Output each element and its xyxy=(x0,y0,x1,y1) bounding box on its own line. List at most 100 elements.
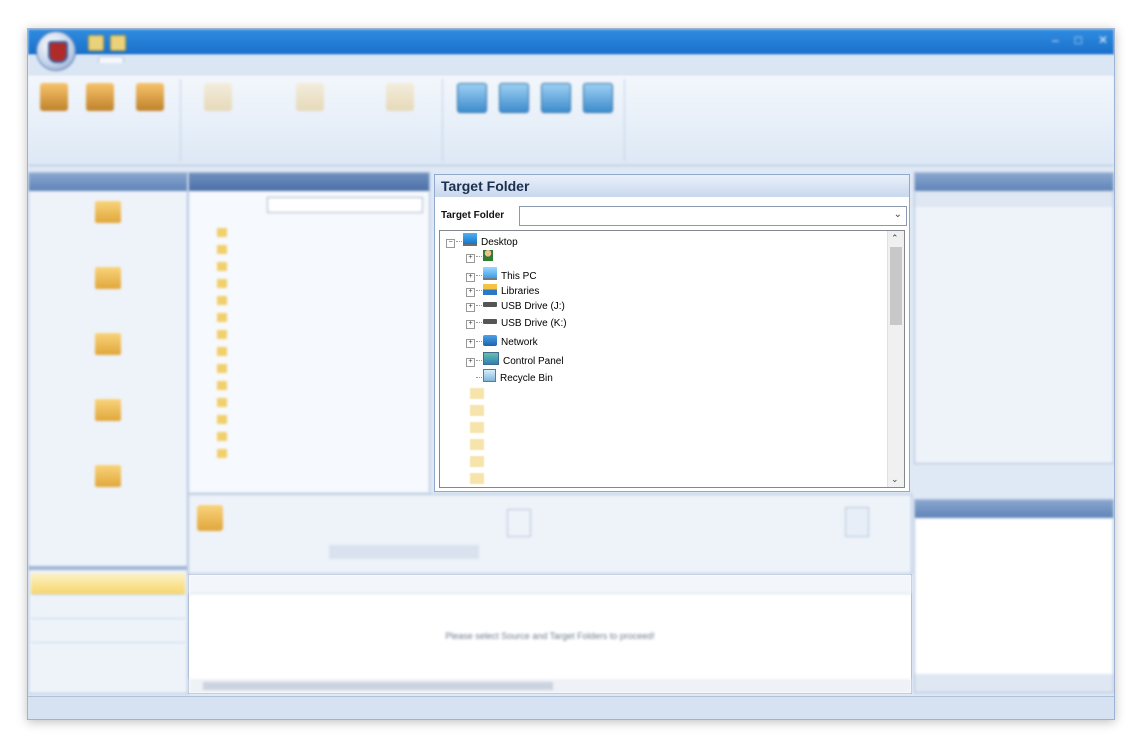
expand-icon[interactable]: + xyxy=(466,320,475,329)
save-icon[interactable] xyxy=(88,35,104,51)
tab-tools[interactable] xyxy=(198,58,214,62)
tree-item-label: Desktop xyxy=(481,237,518,248)
pane-splitter[interactable] xyxy=(29,566,187,570)
tree-item[interactable]: + USB Drive (J:) xyxy=(466,301,565,318)
expand-icon[interactable]: + xyxy=(466,358,475,367)
properties-pane xyxy=(914,172,1114,464)
target-folder-tree[interactable]: ⌃ ⌄ − Desktop + + This PC + Libraries + USB Driv… xyxy=(439,230,905,488)
output-tabs[interactable] xyxy=(915,674,1113,692)
expand-icon[interactable]: + xyxy=(466,303,475,312)
output-header xyxy=(915,500,1113,518)
new-project-wizard-button[interactable] xyxy=(130,83,170,114)
group-analyze-build xyxy=(184,79,443,161)
source-folder-pane xyxy=(188,172,430,494)
build-item[interactable] xyxy=(29,399,187,455)
grid-empty-message: Please select Source and Target Folders … xyxy=(445,631,655,641)
scroll-down-icon[interactable]: ⌄ xyxy=(891,474,899,485)
tree-item-label: Libraries xyxy=(501,286,540,297)
project-properties-bar xyxy=(915,191,1113,207)
tree-item[interactable]: + This PC xyxy=(466,267,537,284)
welcome-header xyxy=(29,173,187,191)
target-folder-pane: Target Folder Target Folder ⌄ ⌃ ⌄ − Deskt… xyxy=(434,174,910,492)
tree-item[interactable]: Recycle Bin xyxy=(466,369,553,386)
files-icon xyxy=(507,509,531,537)
user-folder-icon xyxy=(483,250,493,261)
app-window: – □ ✕ Target Folder Target Folder ⌄ ⌃ ⌄ … xyxy=(27,28,1115,720)
document-icon xyxy=(845,507,869,537)
control-panel-icon xyxy=(483,352,499,365)
grid-header xyxy=(189,575,911,594)
maximize-button[interactable]: □ xyxy=(1075,33,1082,47)
application-menu-button[interactable] xyxy=(36,31,76,71)
nav-welcome-button[interactable] xyxy=(31,573,185,595)
output-pane xyxy=(914,499,1114,693)
build-button[interactable] xyxy=(290,83,330,114)
folder-icon xyxy=(197,505,223,531)
expand-icon[interactable]: + xyxy=(466,339,475,348)
chevron-down-icon[interactable]: ⌄ xyxy=(894,209,902,220)
close-button[interactable]: ✕ xyxy=(1098,33,1108,47)
minimize-button[interactable]: – xyxy=(1052,33,1059,47)
tree-item[interactable]: + xyxy=(466,250,497,267)
tab-home[interactable] xyxy=(98,56,124,63)
navigation-pane xyxy=(28,172,188,694)
expand-icon[interactable]: + xyxy=(466,288,475,297)
tree-scrollbar[interactable]: ⌃ ⌄ xyxy=(887,231,904,487)
output-view-button[interactable] xyxy=(578,83,618,116)
tree-item[interactable]: + USB Drive (K:) xyxy=(466,318,567,335)
filter-files-select[interactable] xyxy=(329,545,479,559)
tree-item[interactable]: + Control Panel xyxy=(466,352,564,369)
status-bar xyxy=(28,696,1114,719)
expand-icon[interactable]: + xyxy=(466,273,475,282)
full-list-view-button[interactable] xyxy=(494,83,534,116)
display-item[interactable] xyxy=(29,465,187,521)
scroll-thumb[interactable] xyxy=(890,247,902,325)
target-folder-combo[interactable]: ⌄ xyxy=(519,206,907,226)
source-folder-combo[interactable] xyxy=(267,197,423,213)
property-view-button[interactable] xyxy=(536,83,576,116)
tree-item[interactable]: + Libraries xyxy=(466,284,539,301)
new-project-button[interactable] xyxy=(34,83,74,114)
computer-icon xyxy=(483,267,497,280)
tree-item-label: USB Drive (J:) xyxy=(501,301,565,312)
display-button[interactable] xyxy=(380,83,420,114)
expand-icon[interactable]: + xyxy=(466,254,475,263)
tree-item-label: USB Drive (K:) xyxy=(501,318,567,329)
folder-icon[interactable] xyxy=(110,35,126,51)
tree-item[interactable]: − Desktop xyxy=(446,233,518,250)
left-view-button[interactable] xyxy=(452,83,492,116)
nav-source-folder-button[interactable] xyxy=(31,597,185,619)
analyze-folders-item[interactable] xyxy=(29,333,187,389)
tree-item[interactable]: + Network xyxy=(466,335,538,352)
title-bar: – □ ✕ xyxy=(28,29,1114,55)
quick-access-toolbar xyxy=(88,35,126,51)
nav-target-folder-button[interactable] xyxy=(31,621,185,643)
set-source-folder-item[interactable] xyxy=(29,201,187,257)
desktop-icon xyxy=(463,233,477,246)
source-folder-tree[interactable] xyxy=(217,225,421,463)
target-folder-header: Target Folder xyxy=(435,175,909,197)
scroll-up-icon[interactable]: ⌃ xyxy=(891,233,899,244)
grid-horizontal-scrollbar[interactable] xyxy=(189,679,911,693)
set-target-folder-item[interactable] xyxy=(29,267,187,323)
tab-options[interactable] xyxy=(148,58,164,62)
file-list-grid[interactable]: Please select Source and Target Folders … xyxy=(188,574,912,694)
recycle-bin-icon xyxy=(483,369,496,382)
analyze-folder-contents-button[interactable] xyxy=(198,83,238,114)
property-grid[interactable] xyxy=(915,207,1113,385)
group-projects xyxy=(30,79,181,161)
collapse-icon[interactable]: − xyxy=(446,239,455,248)
drive-icon xyxy=(483,319,497,324)
ribbon xyxy=(28,75,1114,166)
app-logo-icon xyxy=(48,41,68,63)
folder-summary xyxy=(237,507,239,555)
tree-item-label: Recycle Bin xyxy=(500,373,553,384)
group-change-views xyxy=(446,79,625,161)
open-project-button[interactable] xyxy=(80,83,120,114)
tree-item-label: Control Panel xyxy=(503,356,564,367)
tab-view[interactable] xyxy=(240,58,256,62)
libraries-icon xyxy=(483,284,497,295)
source-folder-header xyxy=(189,173,429,191)
properties-header xyxy=(915,173,1113,191)
network-icon xyxy=(483,335,497,346)
